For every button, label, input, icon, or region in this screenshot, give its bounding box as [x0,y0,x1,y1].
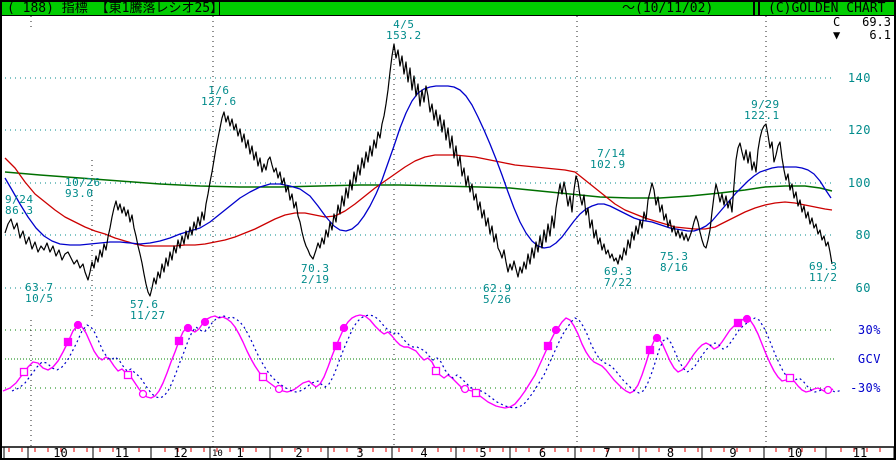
quote-box: C 69.3 ▼ 6.1 [833,16,891,42]
hollow-square-marker [125,372,132,379]
hollow-square-marker [433,368,440,375]
scale-label-60: 60 [856,281,871,295]
scale-label-120: 120 [848,123,871,137]
filled-square-marker [65,339,72,346]
month-label-8: 8 [667,446,674,460]
filled-circle-marker [75,322,82,329]
long-ma-line [5,172,832,198]
hollow-square-marker [260,374,267,381]
month-label-3: 3 [356,446,363,460]
sub-scale-label-GCV: GCV [858,352,881,366]
month-label-10: 10 [788,446,802,460]
year-marker: 10 [212,449,223,459]
short-ma-line [5,86,831,248]
copyright-label: (C)GOLDEN CHART [768,2,885,15]
scale-label-100: 100 [848,176,871,190]
month-label-5: 5 [479,446,486,460]
gcv-oscillator-lagged-line [12,315,842,408]
change-value: 6.1 [869,29,891,42]
month-label-9: 9 [729,446,736,460]
chart-svg: 101112123456789101110140120100806030%GCV… [0,0,896,460]
header-divider [753,2,760,15]
month-label-7: 7 [603,446,610,460]
filled-circle-marker [341,325,348,332]
hollow-circle-marker [276,386,283,393]
filled-circle-marker [654,335,661,342]
month-label-1: 1 [236,446,243,460]
month-label-11: 11 [853,446,867,460]
down-triangle-icon: ▼ [833,29,840,42]
sub-scale-label-30%: 30% [858,323,881,337]
hollow-square-marker [787,375,794,382]
filled-square-marker [647,347,654,354]
month-label-12: 12 [173,446,187,460]
hollow-circle-marker [462,386,469,393]
filled-square-marker [735,320,742,327]
golden-chart-window: ( 188) 指標 【東1騰落レシオ25】 ～(10/11/02) (C)GOL… [0,0,896,460]
title-box-divider [219,2,220,15]
month-label-4: 4 [420,446,427,460]
change-row: ▼ 6.1 [833,29,891,42]
header-bar: ( 188) 指標 【東1騰落レシオ25】 ～(10/11/02) (C)GOL… [2,2,894,16]
scale-label-140: 140 [848,71,871,85]
hollow-square-marker [473,390,480,397]
scale-label-80: 80 [856,228,871,242]
medium-ma-line [5,155,832,246]
filled-square-marker [334,343,341,350]
sub-scale-label--30%: -30% [850,381,881,395]
hollow-circle-marker [140,391,147,398]
filled-circle-marker [744,316,751,323]
month-label-2: 2 [295,446,302,460]
gcv-oscillator-line [3,315,833,408]
filled-square-marker [176,338,183,345]
date-range-label: ～(10/11/02) [622,2,713,15]
filled-circle-marker [185,325,192,332]
ratio-line [5,44,832,296]
filled-square-marker [545,343,552,350]
filled-circle-marker [202,319,209,326]
page-title: ( 188) 指標 【東1騰落レシオ25】 [7,2,223,15]
month-label-10: 10 [53,446,67,460]
hollow-circle-marker [825,387,832,394]
month-label-6: 6 [539,446,546,460]
month-label-11: 11 [115,446,129,460]
filled-circle-marker [553,327,560,334]
hollow-square-marker [21,369,28,376]
